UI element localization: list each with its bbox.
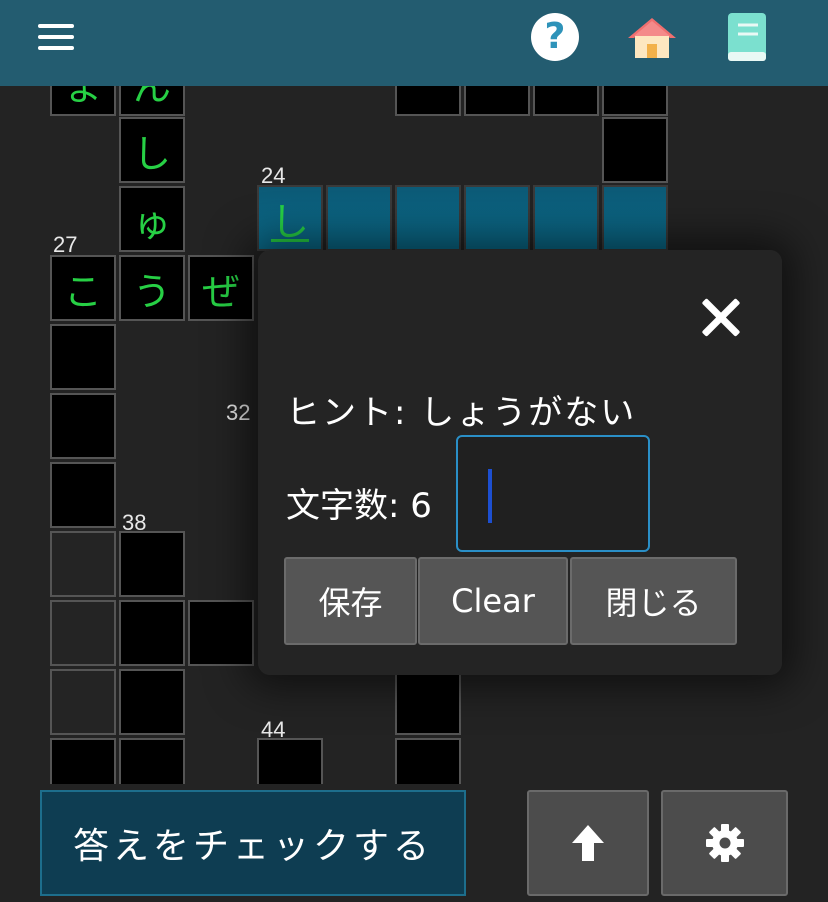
grid-cell-selected[interactable]	[395, 185, 461, 251]
bottom-bar: 答えをチェックする	[0, 784, 828, 902]
grid-cell[interactable]	[50, 738, 116, 784]
arrow-up-icon	[572, 825, 604, 861]
grid-cell[interactable]	[119, 531, 185, 597]
text-caret	[488, 469, 492, 523]
close-button[interactable]: 閉じる	[570, 557, 737, 645]
clue-number: 24	[261, 163, 286, 188]
hint-dialog: ヒント: しょうがない 文字数: 6 保存 Clear 閉じる	[258, 250, 782, 675]
top-bar: ?	[0, 0, 828, 86]
grid-cell[interactable]: し	[119, 117, 185, 183]
cell-letter: ゅ	[132, 200, 171, 245]
clear-button[interactable]: Clear	[418, 557, 568, 645]
cell-letter: ぜ	[201, 269, 240, 314]
grid-cell[interactable]	[50, 324, 116, 390]
grid-cell[interactable]: ん	[119, 86, 185, 116]
save-button[interactable]: 保存	[284, 557, 417, 645]
letter-count-text: 文字数: 6	[286, 486, 432, 526]
cell-letter: う	[132, 269, 171, 314]
cell-letter: し	[270, 199, 309, 244]
grid-cell[interactable]	[395, 738, 461, 784]
clue-number: 32	[226, 400, 251, 425]
grid-cell[interactable]	[50, 462, 116, 528]
grid-cell-selected[interactable]	[464, 185, 530, 251]
grid-cell-selected[interactable]	[326, 185, 392, 251]
hint-text: ヒント: しょうがない	[286, 393, 637, 433]
grid-cell[interactable]: ぜ	[188, 255, 254, 321]
cell-letter: こ	[63, 269, 102, 314]
cell-letter: ん	[132, 86, 171, 109]
clue-number: 27	[53, 232, 78, 257]
grid-cell-selected[interactable]	[602, 185, 668, 251]
grid-cell[interactable]	[50, 393, 116, 459]
settings-button[interactable]	[661, 790, 788, 896]
home-icon[interactable]	[626, 16, 678, 60]
grid-cell[interactable]	[602, 86, 668, 116]
grid-cell[interactable]	[533, 86, 599, 116]
grid-cell[interactable]	[257, 738, 323, 784]
grid-cell-selected[interactable]: し	[257, 185, 323, 251]
hamburger-menu-icon[interactable]	[38, 24, 74, 50]
answer-input[interactable]	[456, 435, 650, 552]
grid-cell[interactable]	[395, 669, 461, 735]
scroll-up-button[interactable]	[527, 790, 649, 896]
book-icon[interactable]	[726, 12, 768, 62]
grid-cell[interactable]: こ	[50, 255, 116, 321]
grid-cell-selected[interactable]	[533, 185, 599, 251]
question-mark-icon[interactable]: ?	[531, 13, 579, 61]
grid-cell[interactable]	[50, 600, 116, 666]
grid-cell[interactable]	[50, 669, 116, 735]
grid-cell[interactable]: ゅ	[119, 186, 185, 252]
grid-cell[interactable]: う	[119, 255, 185, 321]
grid-cell[interactable]	[50, 531, 116, 597]
grid-cell[interactable]	[119, 669, 185, 735]
grid-cell[interactable]	[395, 86, 461, 116]
check-answers-button[interactable]: 答えをチェックする	[40, 790, 466, 896]
close-x-icon[interactable]	[699, 295, 743, 339]
cell-letter: し	[132, 131, 171, 176]
grid-cell[interactable]	[602, 117, 668, 183]
gear-icon	[705, 824, 744, 862]
cell-letter: ま	[63, 86, 102, 109]
grid-cell[interactable]: ま	[50, 86, 116, 116]
grid-cell[interactable]	[464, 86, 530, 116]
grid-cell[interactable]	[119, 600, 185, 666]
grid-cell[interactable]	[188, 600, 254, 666]
grid-cell[interactable]	[119, 738, 185, 784]
